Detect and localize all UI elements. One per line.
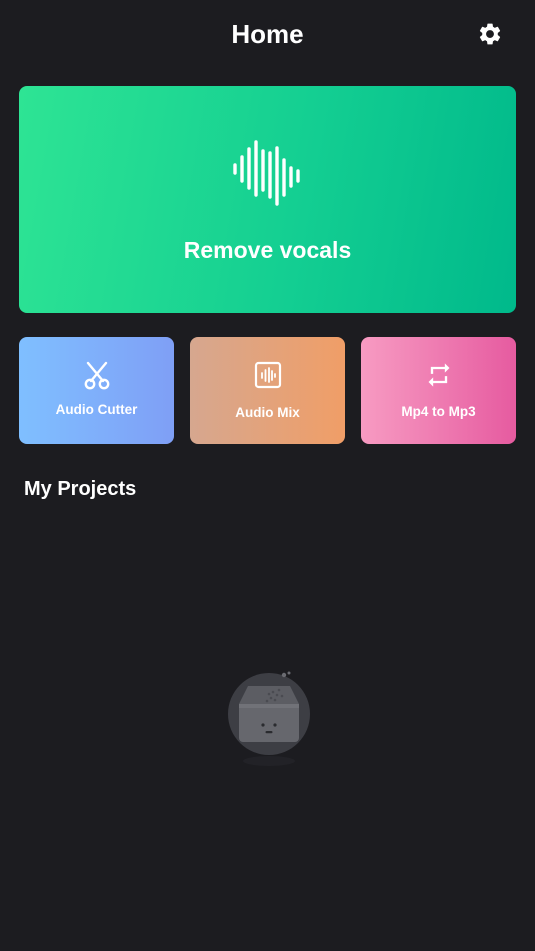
remove-vocals-label: Remove vocals xyxy=(183,237,352,263)
empty-inbox-icon xyxy=(228,671,310,766)
sound-wave-icon xyxy=(233,140,300,206)
audio-mix-button[interactable]: Audio Mix xyxy=(190,337,345,444)
audio-cutter-button[interactable]: Audio Cutter xyxy=(19,337,174,444)
repeat-arrows-icon xyxy=(428,363,449,387)
mp4-to-mp3-label: Mp4 to Mp3 xyxy=(401,404,476,419)
audio-mix-label: Audio Mix xyxy=(235,405,300,420)
remove-vocals-card[interactable]: Remove vocals xyxy=(19,86,516,313)
audio-wave-box-icon xyxy=(254,361,281,389)
page-title: Home xyxy=(231,19,304,49)
settings-button[interactable] xyxy=(474,18,506,50)
empty-projects-placeholder xyxy=(222,668,318,772)
mp4-to-mp3-button[interactable]: Mp4 to Mp3 xyxy=(361,337,516,444)
gear-icon xyxy=(479,23,501,45)
audio-cutter-label: Audio Cutter xyxy=(55,402,138,417)
scissors-icon xyxy=(84,361,109,390)
my-projects-heading: My Projects xyxy=(24,478,137,500)
top-bar: Home xyxy=(0,0,535,70)
